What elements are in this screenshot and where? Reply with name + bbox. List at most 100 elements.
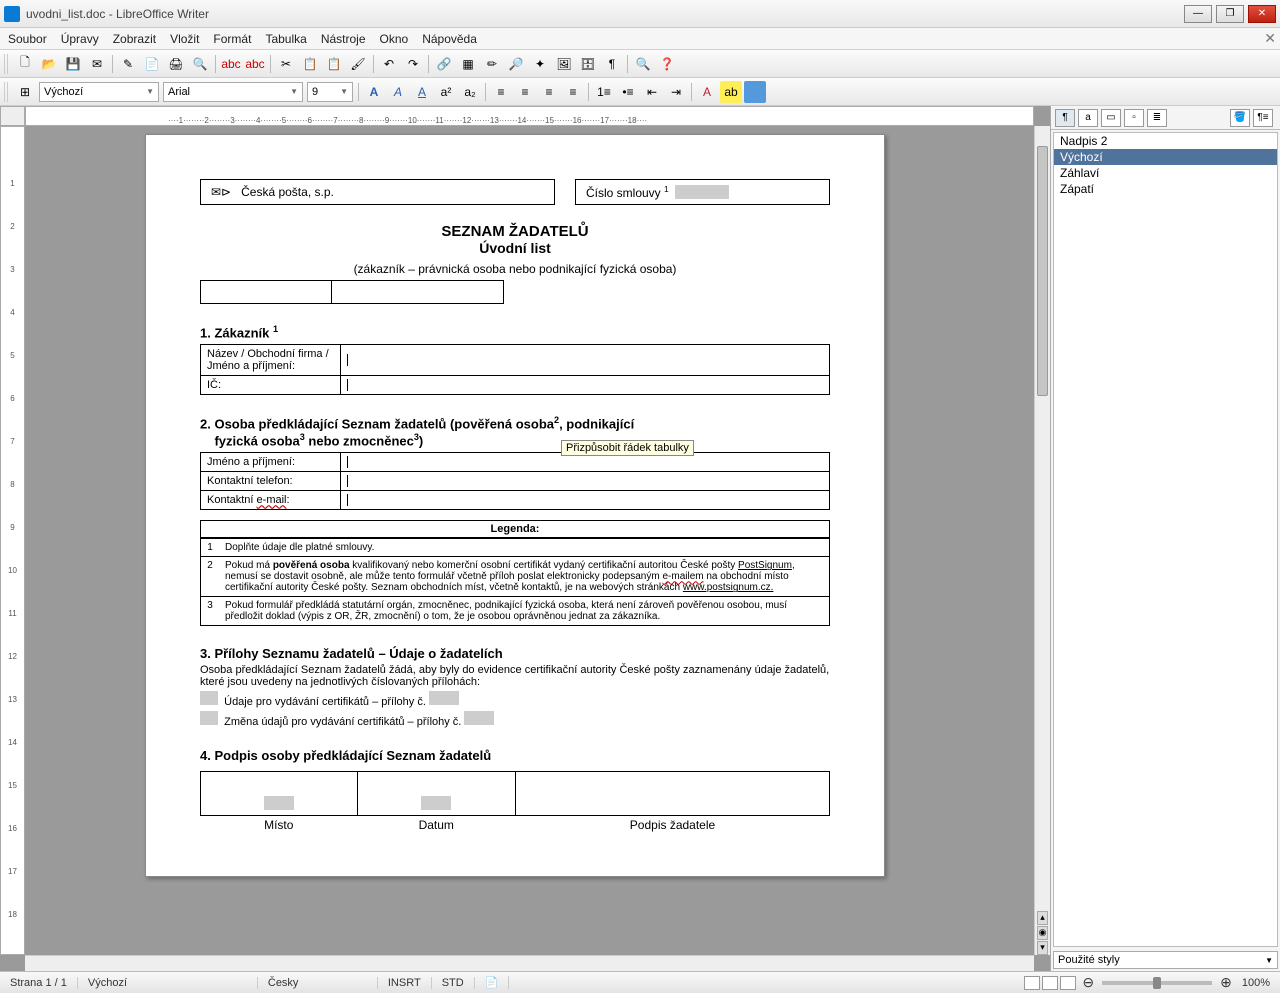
find-button[interactable]: 🔎 [505, 53, 527, 75]
zoom-button[interactable]: 🔍 [632, 53, 654, 75]
list-styles-tab[interactable]: ≣ [1147, 109, 1167, 127]
superscript-button[interactable]: a² [435, 81, 457, 103]
vertical-scrollbar[interactable]: ▴ ◉ ▾ [1034, 126, 1050, 955]
document-close-icon[interactable]: ✕ [1264, 30, 1276, 47]
style-item[interactable]: Nadpis 2 [1054, 133, 1277, 149]
new-doc-button[interactable]: 🗋 [14, 53, 36, 75]
zoom-slider[interactable] [1102, 981, 1212, 985]
bold-button[interactable]: A [363, 81, 385, 103]
font-color-button[interactable]: A [696, 81, 718, 103]
align-right-button[interactable]: ≡ [538, 81, 560, 103]
menu-okno[interactable]: Okno [380, 32, 409, 46]
customer-table[interactable]: Název / Obchodní firma / Jméno a příjmen… [200, 344, 830, 395]
save-button[interactable]: 💾 [62, 53, 84, 75]
style-filter-combo[interactable]: Použité styly▼ [1053, 951, 1278, 969]
menu-soubor[interactable]: Soubor [8, 32, 47, 46]
paragraph-styles-tab[interactable]: ¶ [1055, 109, 1075, 127]
toolbar-grip[interactable] [4, 54, 9, 74]
status-language[interactable]: Česky [258, 977, 378, 989]
undo-button[interactable]: ↶ [378, 53, 400, 75]
preview-button[interactable]: 🔍 [189, 53, 211, 75]
fill-format-button[interactable]: 🪣 [1230, 109, 1250, 127]
menu-vlozit[interactable]: Vložit [170, 32, 199, 46]
new-style-button[interactable]: ¶≡ [1253, 109, 1273, 127]
status-style[interactable]: Výchozí [78, 977, 258, 989]
style-item[interactable]: Záhlaví [1054, 165, 1277, 181]
copy-button[interactable]: 📋 [299, 53, 321, 75]
styles-window-button[interactable]: ⊞ [14, 81, 36, 103]
view-layout-buttons[interactable] [1024, 976, 1076, 990]
open-button[interactable]: 📂 [38, 53, 60, 75]
attachment-num-1[interactable] [429, 691, 459, 705]
signature-table[interactable] [200, 771, 830, 816]
horizontal-ruler[interactable]: ····1········2········3········4········… [25, 106, 1034, 126]
empty-table-row[interactable] [200, 280, 830, 304]
align-center-button[interactable]: ≡ [514, 81, 536, 103]
maximize-button[interactable]: ❐ [1216, 5, 1244, 23]
help-button[interactable]: ❓ [656, 53, 678, 75]
nav-next-page[interactable]: ▾ [1037, 941, 1048, 955]
document-area[interactable]: ····1········2········3········4········… [0, 106, 1050, 971]
presenter-table[interactable]: Jméno a příjmení: Kontaktní telefon: Kon… [200, 452, 830, 510]
nav-prev-page[interactable]: ▴ [1037, 911, 1048, 925]
frame-styles-tab[interactable]: ▭ [1101, 109, 1121, 127]
italic-button[interactable]: A [387, 81, 409, 103]
style-item[interactable]: Zápatí [1054, 181, 1277, 197]
format-paintbrush-button[interactable]: 🖌 [347, 53, 369, 75]
navigator-button[interactable]: ✦ [529, 53, 551, 75]
autospell-button[interactable]: abc [244, 53, 266, 75]
zoom-percent[interactable]: 100% [1232, 977, 1280, 989]
redo-button[interactable]: ↷ [402, 53, 424, 75]
status-modified-icon[interactable]: 📄 [475, 976, 510, 989]
bg-color-button[interactable] [744, 81, 766, 103]
font-name-combo[interactable]: Arial▼ [163, 82, 303, 102]
horizontal-scrollbar[interactable] [25, 955, 1034, 971]
underline-button[interactable]: A [411, 81, 433, 103]
paragraph-style-combo[interactable]: Výchozí▼ [39, 82, 159, 102]
data-sources-button[interactable]: 🗄 [577, 53, 599, 75]
export-pdf-button[interactable]: 📄 [141, 53, 163, 75]
bulleted-list-button[interactable]: •≡ [617, 81, 639, 103]
highlight-button[interactable]: ab [720, 81, 742, 103]
page-styles-tab[interactable]: ▫ [1124, 109, 1144, 127]
minimize-button[interactable]: — [1184, 5, 1212, 23]
edit-button[interactable]: ✎ [117, 53, 139, 75]
menu-tabulka[interactable]: Tabulka [265, 32, 306, 46]
table-button[interactable]: ▦ [457, 53, 479, 75]
menu-napoveda[interactable]: Nápověda [422, 32, 477, 46]
spellcheck-button[interactable]: abc [220, 53, 242, 75]
print-button[interactable]: 🖨 [165, 53, 187, 75]
status-selection-mode[interactable]: STD [432, 977, 475, 989]
align-justify-button[interactable]: ≡ [562, 81, 584, 103]
gallery-button[interactable]: 🖼 [553, 53, 575, 75]
contract-number-field[interactable] [675, 185, 729, 199]
status-insert-mode[interactable]: INSRT [378, 977, 432, 989]
menu-upravy[interactable]: Úpravy [61, 32, 99, 46]
drawing-button[interactable]: ✏ [481, 53, 503, 75]
document-page[interactable]: ✉⊳ Česká pošta, s.p. Číslo smlouvy 1 SEZ… [145, 134, 885, 877]
zoom-out-button[interactable]: ⊖ [1082, 974, 1094, 991]
nonprinting-button[interactable]: ¶ [601, 53, 623, 75]
font-size-combo[interactable]: 9▼ [307, 82, 353, 102]
zoom-in-button[interactable]: ⊕ [1220, 974, 1232, 991]
attachment-num-2[interactable] [464, 711, 494, 725]
menu-nastroje[interactable]: Nástroje [321, 32, 366, 46]
style-item[interactable]: Výchozí [1054, 149, 1277, 165]
status-page[interactable]: Strana 1 / 1 [0, 977, 78, 989]
subscript-button[interactable]: a₂ [459, 81, 481, 103]
paste-button[interactable]: 📋 [323, 53, 345, 75]
email-button[interactable]: ✉ [86, 53, 108, 75]
increase-indent-button[interactable]: ⇥ [665, 81, 687, 103]
numbered-list-button[interactable]: 1≡ [593, 81, 615, 103]
align-left-button[interactable]: ≡ [490, 81, 512, 103]
menu-format[interactable]: Formát [213, 32, 251, 46]
decrease-indent-button[interactable]: ⇤ [641, 81, 663, 103]
nav-select-button[interactable]: ◉ [1037, 926, 1048, 940]
menu-zobrazit[interactable]: Zobrazit [113, 32, 156, 46]
vertical-ruler[interactable]: 123 45 67 89 1011 1213 1415 1617 18 [0, 126, 25, 955]
hyperlink-button[interactable]: 🔗 [433, 53, 455, 75]
character-styles-tab[interactable]: a [1078, 109, 1098, 127]
toolbar-grip-2[interactable] [4, 82, 9, 102]
cut-button[interactable]: ✂ [275, 53, 297, 75]
close-button[interactable]: ✕ [1248, 5, 1276, 23]
